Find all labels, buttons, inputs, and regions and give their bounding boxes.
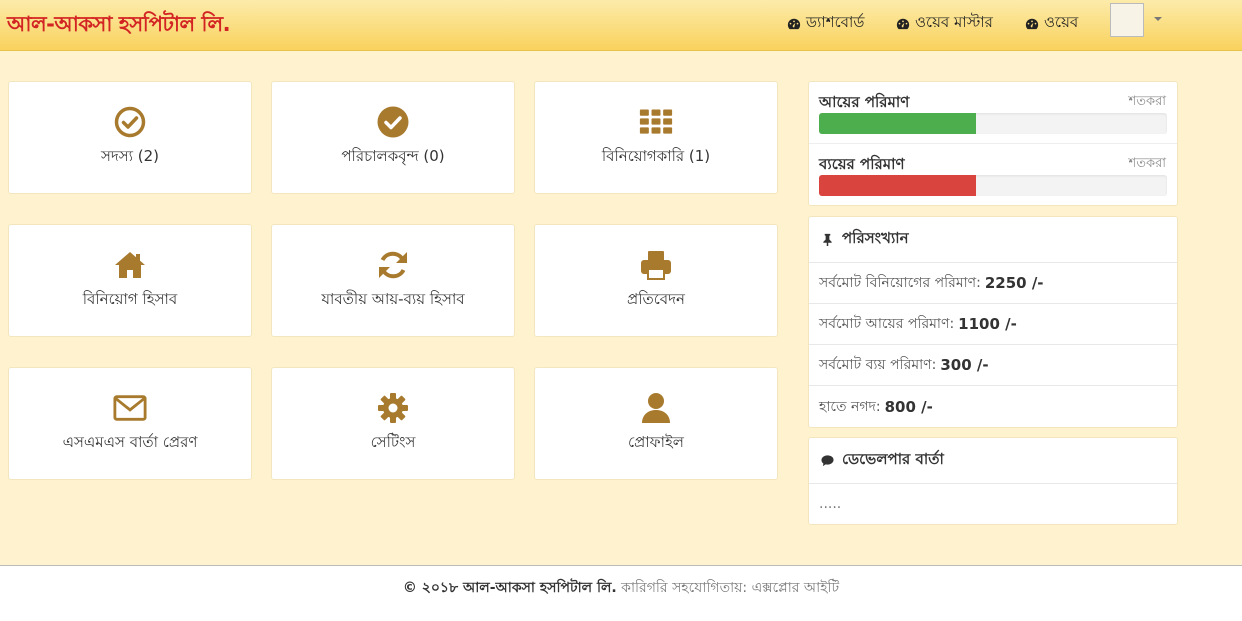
footer-credit[interactable]: কারিগরি সহযোগিতায়: এক্সপ্লোর আইটি — [621, 580, 839, 596]
statistics-header: পরিসংখ্যান — [809, 217, 1177, 263]
top-navbar: আল-আকসা হসপিটাল লি. ড্যাশবোর্ড ওয়েব মাস… — [0, 0, 1242, 51]
pin-icon — [823, 233, 832, 246]
grid-icon — [639, 109, 673, 134]
expense-progress-unit: শতকরা — [1128, 156, 1166, 171]
expense-progress-bar — [819, 175, 976, 196]
developer-message-header: ডেভেলপার বার্তা — [809, 438, 1177, 484]
nav-webmaster-label: ওয়েব মাস্টার — [915, 13, 993, 31]
nav-dashboard[interactable]: ড্যাশবোর্ড — [787, 11, 864, 36]
tile-members[interactable]: সদস্য (2) — [8, 81, 252, 194]
check-circle-filled-icon — [377, 106, 409, 138]
nav-web[interactable]: ওয়েব — [1025, 11, 1078, 36]
dashboard-icon — [896, 18, 910, 29]
tile-profile[interactable]: প্রোফাইল — [534, 367, 778, 480]
statistics-panel: পরিসংখ্যান সর্বমোট বিনিয়োগের পরিমাণ: 22… — [808, 216, 1178, 428]
dashboard-content: সদস্য (2) পরিচালকবৃন্দ (0) বিনিয়োগকারি … — [0, 51, 1242, 565]
brand-title[interactable]: আল-আকসা হসপিটাল লি. — [7, 8, 231, 43]
footer-text: © ২০১৮ আল-আকসা হসপিটাল লি. কারিগরি সহযোগ… — [0, 576, 1242, 600]
stat-row-total-expense: সর্বমোট ব্যয় পরিমাণ: 300 /- — [809, 345, 1177, 386]
stat-value: 2250 /- — [984, 274, 1044, 292]
tile-sms[interactable]: এসএমএস বার্তা প্রেরণ — [8, 367, 252, 480]
refresh-icon — [379, 251, 407, 279]
tile-directors[interactable]: পরিচালকবৃন্দ (0) — [271, 81, 515, 194]
developer-message-body: ..... — [819, 496, 842, 512]
tile-investment-account-label: বিনিয়োগ হিসাব — [82, 290, 178, 308]
income-progress-unit: শতকরা — [1128, 94, 1166, 109]
stat-label: হাতে নগদ: — [819, 398, 881, 415]
income-progress-track — [819, 113, 1167, 134]
stat-value: 1100 /- — [958, 315, 1017, 333]
nav-web-label: ওয়েব — [1044, 13, 1079, 31]
tile-directors-label: পরিচালকবৃন্দ (0) — [341, 147, 445, 165]
stat-row-total-investment: সর্বমোট বিনিয়োগের পরিমাণ: 2250 /- — [809, 263, 1177, 304]
tile-settings-label: সেটিংস — [370, 433, 416, 451]
stat-value: 300 /- — [940, 356, 989, 374]
nav-dashboard-label: ড্যাশবোর্ড — [806, 13, 865, 31]
tile-members-label: সদস্য (2) — [100, 147, 160, 165]
tile-investors[interactable]: বিনিয়োগকারি (1) — [534, 81, 778, 194]
developer-message-title: ডেভেলপার বার্তা — [842, 450, 944, 468]
nav-webmaster[interactable]: ওয়েব মাস্টার — [896, 11, 993, 36]
tile-sms-label: এসএমএস বার্তা প্রেরণ — [62, 433, 198, 451]
tile-income-expense[interactable]: যাবতীয় আয়-ব্যয় হিসাব — [271, 224, 515, 337]
tile-profile-label: প্রোফাইল — [628, 433, 684, 451]
progress-panel: আয়ের পরিমাণ শতকরা ব্যয়ের পরিমাণ শতকরা — [808, 81, 1178, 206]
footer: © ২০১৮ আল-আকসা হসপিটাল লি. কারিগরি সহযোগ… — [0, 565, 1242, 621]
dashboard-icon — [787, 18, 801, 29]
chevron-down-icon[interactable] — [1154, 17, 1162, 21]
tile-report[interactable]: প্রতিবেদন — [534, 224, 778, 337]
income-progress: আয়ের পরিমাণ শতকরা — [809, 82, 1177, 144]
tile-settings[interactable]: সেটিংস — [271, 367, 515, 480]
tile-income-expense-label: যাবতীয় আয়-ব্যয় হিসাব — [321, 290, 465, 308]
print-icon — [641, 251, 671, 280]
stat-value: 800 /- — [884, 397, 933, 416]
check-circle-icon — [114, 106, 146, 138]
developer-message-panel: ডেভেলপার বার্তা ..... — [808, 437, 1178, 525]
tile-investors-label: বিনিয়োগকারি (1) — [601, 147, 711, 165]
tile-investment-account[interactable]: বিনিয়োগ হিসাব — [8, 224, 252, 337]
stat-label: সর্বমোট আয়ের পরিমাণ: — [819, 316, 955, 332]
user-icon — [642, 393, 670, 423]
income-progress-bar — [819, 113, 976, 134]
stat-row-total-income: সর্বমোট আয়ের পরিমাণ: 1100 /- — [809, 304, 1177, 345]
dashboard-icon — [1025, 18, 1039, 29]
comment-icon — [821, 455, 834, 467]
user-avatar[interactable] — [1110, 3, 1144, 37]
stat-label: সর্বমোট ব্যয় পরিমাণ: — [819, 357, 937, 373]
home-icon — [115, 252, 145, 278]
expense-progress: ব্যয়ের পরিমাণ শতকরা — [809, 144, 1177, 206]
tile-report-label: প্রতিবেদন — [627, 290, 685, 308]
stat-row-cash-in-hand: হাতে নগদ: 800 /- — [809, 386, 1177, 427]
stat-label: সর্বমোট বিনিয়োগের পরিমাণ: — [819, 275, 981, 291]
envelope-icon — [113, 395, 147, 421]
gear-icon — [378, 393, 408, 423]
footer-copyright: © ২০১৮ আল-আকসা হসপিটাল লি. — [402, 580, 617, 596]
statistics-title: পরিসংখ্যান — [842, 229, 909, 247]
expense-progress-track — [819, 175, 1167, 196]
